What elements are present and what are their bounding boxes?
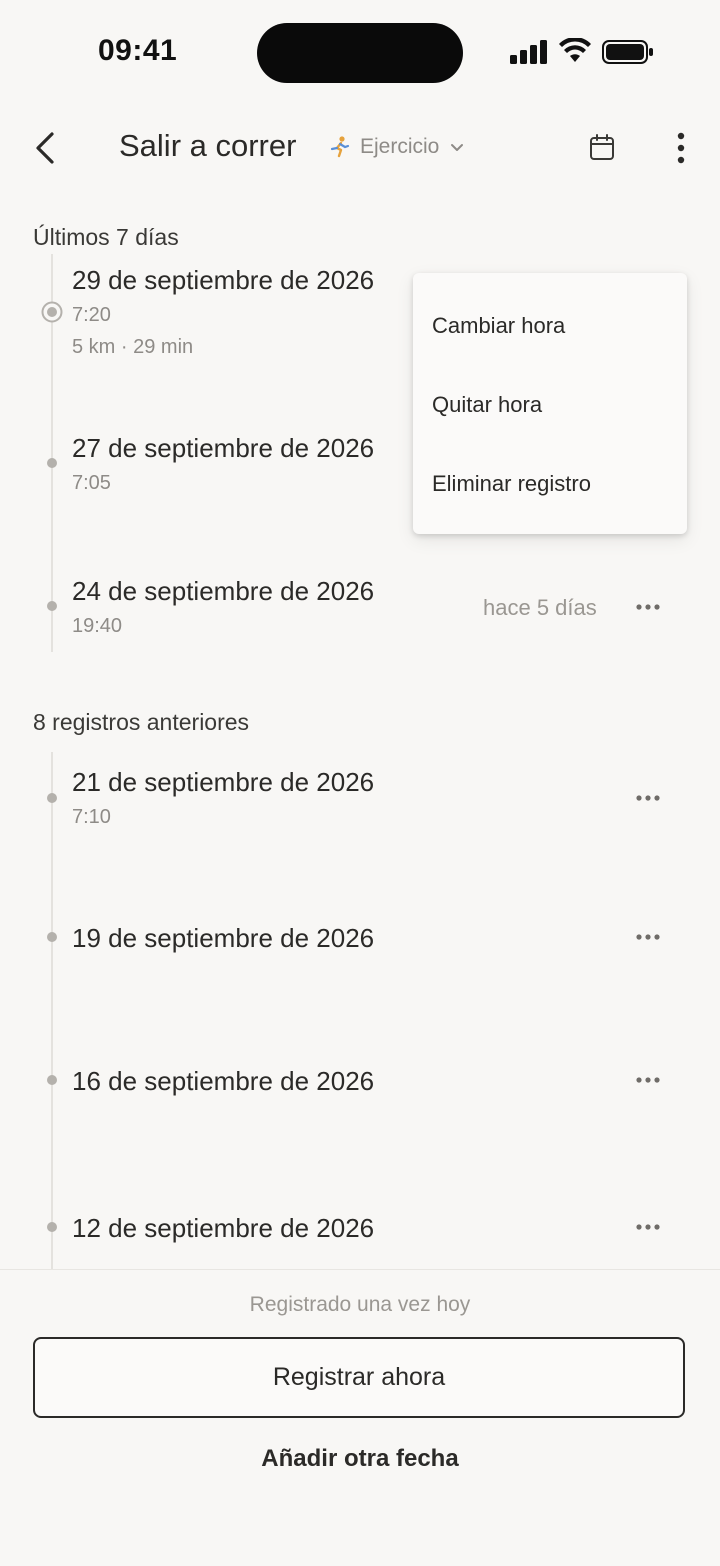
entry-time: 7:10	[72, 806, 111, 828]
runner-icon	[330, 136, 350, 158]
more-vertical-icon[interactable]	[668, 130, 694, 166]
page-title: Salir a correr	[119, 128, 297, 163]
timeline-dot	[47, 932, 57, 942]
more-horizontal-icon[interactable]	[635, 793, 661, 803]
timeline-dot	[47, 458, 57, 468]
wifi-icon	[559, 38, 591, 62]
log-now-button[interactable]: Registrar ahora	[33, 1337, 685, 1418]
entry-relative-time: hace 5 días	[483, 595, 597, 620]
menu-item-delete-entry[interactable]: Eliminar registro	[432, 471, 591, 497]
entry-date[interactable]: 27 de septiembre de 2026	[72, 433, 374, 464]
timeline-dot	[47, 1222, 57, 1232]
entry-detail: 5 km · 29 min	[72, 336, 194, 358]
timeline-line	[51, 752, 53, 1269]
calendar-icon[interactable]	[588, 133, 616, 163]
entry-date[interactable]: 24 de septiembre de 2026	[72, 576, 374, 607]
more-horizontal-icon[interactable]	[635, 1222, 661, 1232]
entry-time: 19:40	[72, 615, 123, 637]
entry-date[interactable]: 21 de septiembre de 2026	[72, 767, 374, 798]
menu-item-change-time[interactable]: Cambiar hora	[432, 313, 565, 339]
cellular-signal-icon	[510, 40, 547, 64]
more-horizontal-icon[interactable]	[635, 932, 661, 942]
add-other-date-button[interactable]: Añadir otra fecha	[0, 1445, 720, 1473]
timeline-dot	[47, 601, 57, 611]
more-horizontal-icon[interactable]	[635, 602, 661, 612]
log-now-button-label: Registrar ahora	[272, 1363, 446, 1391]
chevron-down-icon	[451, 144, 464, 151]
battery-icon	[602, 40, 653, 64]
section-heading-recent: Últimos 7 días	[33, 224, 179, 250]
category-selector[interactable]: Ejercicio	[328, 135, 465, 159]
entry-date[interactable]: 29 de septiembre de 2026	[72, 265, 374, 296]
dynamic-island	[257, 23, 463, 83]
entry-date[interactable]: 16 de septiembre de 2026	[72, 1066, 374, 1097]
back-chevron-icon[interactable]	[30, 128, 62, 168]
timeline-selected-marker	[41, 301, 63, 323]
entry-time: 7:05	[72, 472, 111, 494]
entry-time: 7:20	[72, 304, 111, 326]
footer-status-text: Registrado una vez hoy	[249, 1293, 471, 1316]
entry-date[interactable]: 19 de septiembre de 2026	[72, 923, 374, 954]
timeline-dot	[47, 1075, 57, 1085]
menu-item-remove-time[interactable]: Quitar hora	[432, 392, 542, 418]
status-time: 09:41	[98, 34, 178, 67]
category-label: Ejercicio	[360, 135, 440, 158]
section-heading-older: 8 registros anteriores	[33, 709, 250, 735]
entry-context-menu: Cambiar hora Quitar hora Eliminar regist…	[413, 273, 687, 534]
timeline-dot	[47, 793, 57, 803]
more-horizontal-icon[interactable]	[635, 1075, 661, 1085]
entry-date[interactable]: 12 de septiembre de 2026	[72, 1213, 374, 1244]
